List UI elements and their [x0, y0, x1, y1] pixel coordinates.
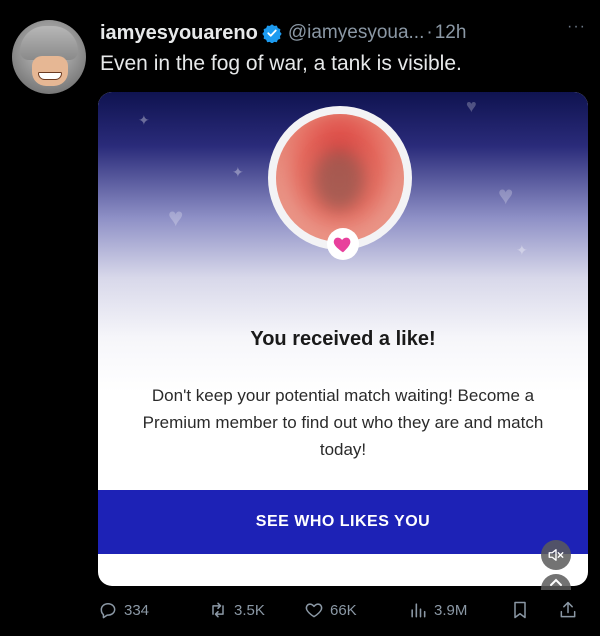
- reply-button[interactable]: 334: [98, 600, 149, 620]
- heart-badge: [327, 228, 359, 260]
- see-who-likes-you-button[interactable]: SEE WHO LIKES YOU: [98, 490, 588, 554]
- tweet-timestamp[interactable]: 12h: [435, 22, 467, 44]
- mute-toggle[interactable]: [541, 540, 571, 570]
- verified-badge-icon: [262, 24, 282, 43]
- background-sparkle-icon: ✦: [232, 164, 244, 180]
- header-separator: ·: [426, 22, 433, 43]
- like-icon: [305, 603, 323, 618]
- mute-icon: [548, 549, 564, 561]
- avatar-face: [32, 56, 68, 86]
- views-icon: [411, 603, 426, 618]
- bookmark-icon: [514, 601, 526, 619]
- reply-icon: [100, 603, 116, 619]
- display-name[interactable]: iamyesyouareno: [100, 22, 258, 45]
- background-heart-icon: ♥: [498, 180, 514, 210]
- background-heart-icon: ♥: [168, 202, 184, 232]
- media-card[interactable]: ♥ ♥ ♥ ✦ ✦ ✦ You received a like! Don't k…: [98, 92, 588, 586]
- avatar-helmet: [20, 26, 78, 60]
- like-button[interactable]: 66K: [304, 600, 357, 620]
- background-sparkle-icon: ✦: [138, 112, 150, 128]
- author-avatar[interactable]: [12, 20, 86, 94]
- blurred-profile-photo: [276, 114, 404, 242]
- bookmark-button[interactable]: [510, 600, 536, 620]
- views-button[interactable]: 3.9M: [408, 600, 467, 620]
- background-heart-icon: ♥: [466, 96, 477, 116]
- view-count: 3.9M: [434, 601, 468, 619]
- heart-icon: [333, 237, 351, 253]
- like-count: 66K: [330, 601, 357, 619]
- tweet-text: Even in the fog of war, a tank is visibl…: [100, 52, 462, 75]
- card-body-text: Don't keep your potential match waiting!…: [142, 386, 544, 459]
- avatar-grin: [38, 72, 62, 80]
- repost-icon: [212, 602, 224, 618]
- card-title: You received a like!: [250, 328, 436, 350]
- author-handle[interactable]: @iamyesyoua...: [288, 22, 425, 44]
- repost-count: 3.5K: [234, 601, 265, 619]
- repost-button[interactable]: 3.5K: [208, 600, 265, 620]
- more-options-icon[interactable]: ···: [567, 18, 586, 36]
- reply-count: 334: [124, 601, 150, 619]
- chevron-up-icon: [550, 578, 562, 586]
- tweet-actions-bar: 334 3.5K 66K 3.9M: [98, 596, 590, 626]
- tweet-header: iamyesyouareno @iamyesyoua... · 12h ···: [100, 18, 590, 48]
- share-icon: [560, 601, 576, 618]
- background-sparkle-icon: ✦: [516, 242, 528, 258]
- share-button[interactable]: [558, 600, 584, 620]
